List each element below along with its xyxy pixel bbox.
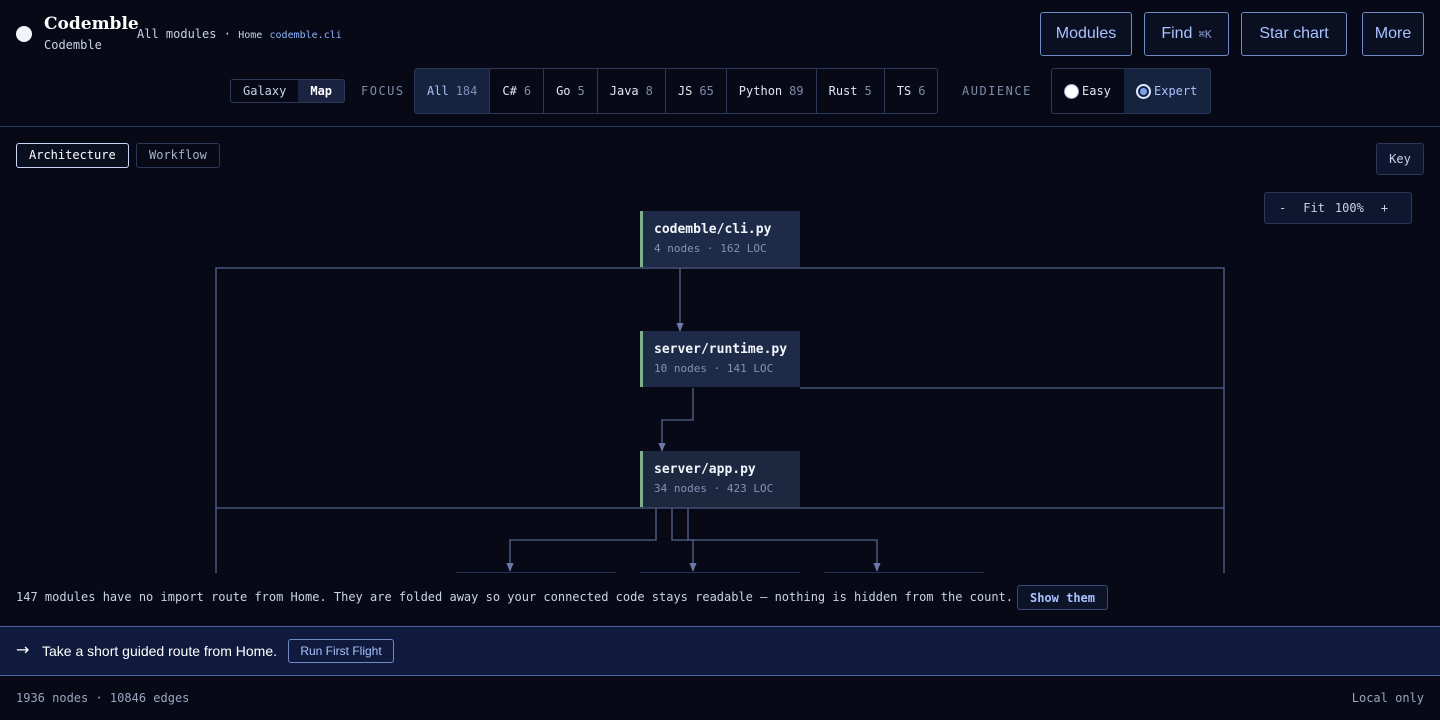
notice-text: 147 modules have no import route from Ho… xyxy=(16,590,1013,604)
module-node[interactable]: server/app.py 34 nodes · 423 LOC xyxy=(640,451,800,507)
run-first-flight-button[interactable]: Run First Flight xyxy=(288,639,394,663)
mode-status: Local only xyxy=(1351,691,1424,705)
module-node-name: codemble/cli.py xyxy=(654,222,772,237)
edge-app-child-1 xyxy=(506,508,657,572)
module-node[interactable]: server/runtime.py 10 nodes · 141 LOC xyxy=(640,331,800,387)
module-node-meta: 34 nodes · 423 LOC xyxy=(654,482,774,495)
module-node-meta: 10 nodes · 141 LOC xyxy=(654,362,774,375)
module-node-name: server/runtime.py xyxy=(654,342,788,357)
arrow-right-icon: → xyxy=(16,640,30,659)
module-node[interactable]: codemble/cli.py 4 nodes · 162 LOC xyxy=(640,211,800,267)
banner-text: Take a short guided route from Home. xyxy=(42,643,278,659)
edge-runtime-app xyxy=(658,388,694,452)
module-node-name: server/app.py xyxy=(654,462,756,477)
graph-stats: 1936 nodes · 10846 edges xyxy=(16,691,190,705)
module-node-meta: 4 nodes · 162 LOC xyxy=(654,242,767,255)
show-them-button[interactable]: Show them xyxy=(1017,585,1108,610)
edge-app-child-3 xyxy=(671,508,881,572)
